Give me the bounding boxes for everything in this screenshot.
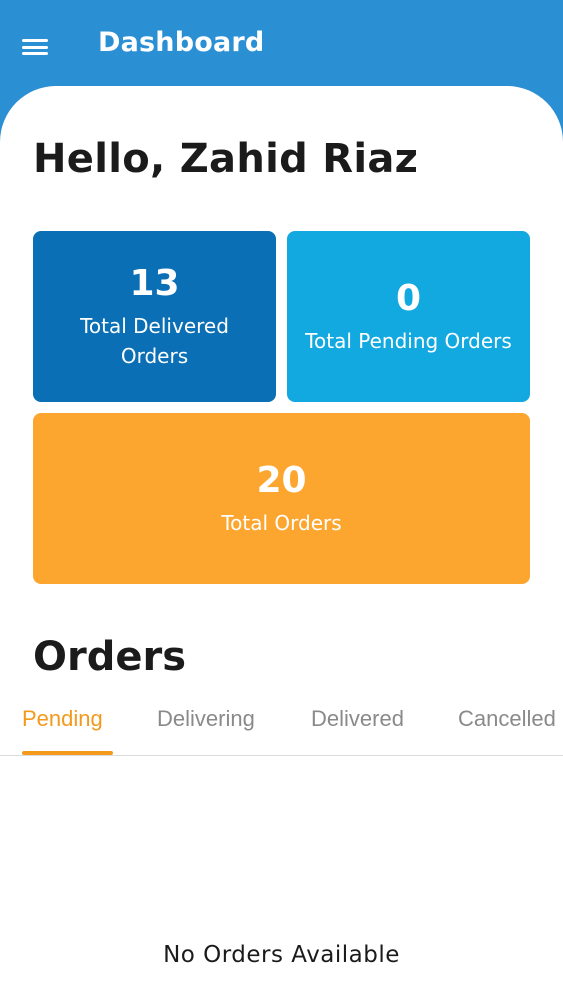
content-sheet: Hello, Zahid Riaz 13 Total Delivered Ord… — [0, 86, 563, 1000]
pending-orders-count: 0 — [395, 277, 422, 319]
tab-cancelled[interactable]: Cancelled — [458, 706, 556, 732]
total-orders-label: Total Orders — [221, 510, 342, 535]
delivered-orders-card[interactable]: 13 Total Delivered Orders — [33, 231, 276, 402]
orders-tab-bar: Pending Delivering Delivered Cancelled — [0, 694, 563, 756]
total-orders-count: 20 — [256, 459, 307, 501]
pending-orders-card[interactable]: 0 Total Pending Orders — [287, 231, 530, 402]
empty-orders-message: No Orders Available — [163, 942, 400, 968]
delivered-orders-count: 13 — [129, 262, 180, 304]
dashboard-screen: Dashboard Hello, Zahid Riaz 13 Total Del… — [0, 0, 563, 1000]
app-bar-title: Dashboard — [98, 27, 265, 58]
active-tab-indicator — [22, 751, 113, 755]
tab-delivered[interactable]: Delivered — [311, 706, 404, 732]
greeting-heading: Hello, Zahid Riaz — [33, 136, 419, 182]
tab-pending[interactable]: Pending — [22, 706, 103, 732]
pending-orders-label: Total Pending Orders — [305, 328, 512, 353]
app-bar: Dashboard — [0, 0, 563, 90]
orders-section-title: Orders — [33, 634, 187, 680]
delivered-orders-label: Total Delivered Orders — [80, 313, 229, 368]
total-orders-card[interactable]: 20 Total Orders — [33, 413, 530, 584]
hamburger-menu-icon[interactable] — [22, 36, 52, 58]
tab-delivering[interactable]: Delivering — [157, 706, 255, 732]
